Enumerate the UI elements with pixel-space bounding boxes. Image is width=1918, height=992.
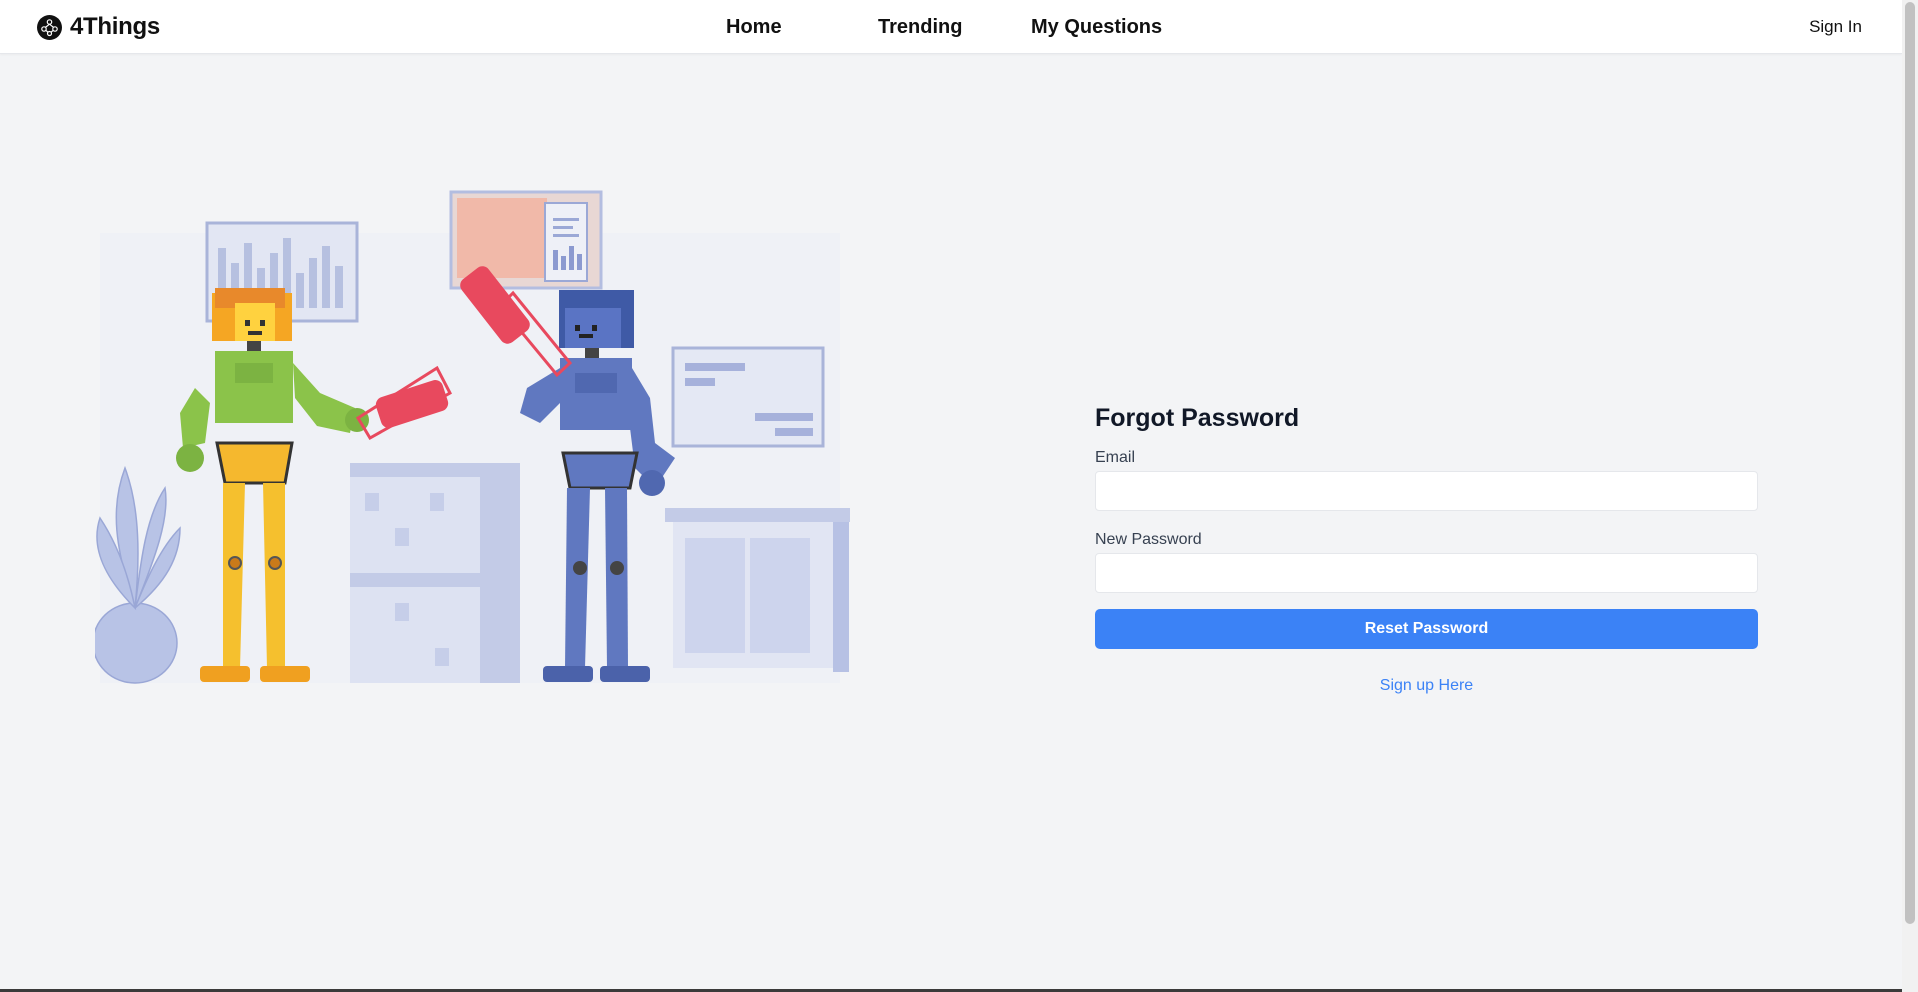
email-field[interactable]	[1095, 471, 1758, 511]
nav-trending[interactable]: Trending	[878, 16, 962, 39]
vertical-scrollbar[interactable]	[1902, 0, 1918, 992]
forgot-password-form: Forgot Password Email New Password Reset…	[1095, 404, 1758, 695]
email-label: Email	[1095, 449, 1136, 466]
network-logo-icon	[37, 14, 62, 40]
brand-link[interactable]: 4Things	[37, 13, 160, 40]
navbar: 4Things Home Trending My Questions Sign …	[0, 0, 1902, 54]
page: 4Things Home Trending My Questions Sign …	[0, 0, 1918, 992]
sign-in-link[interactable]: Sign In	[1809, 17, 1862, 37]
new-password-label: New Password	[1095, 531, 1202, 548]
reset-password-button[interactable]: Reset Password	[1095, 609, 1758, 649]
new-password-field[interactable]	[1095, 553, 1758, 593]
brand-name: 4Things	[70, 13, 160, 40]
nav-home[interactable]: Home	[726, 16, 782, 39]
sign-up-link[interactable]: Sign up Here	[1095, 677, 1758, 695]
scrollbar-thumb[interactable]	[1905, 2, 1915, 924]
robots-with-telescope-illustration	[95, 190, 850, 684]
form-title: Forgot Password	[1095, 404, 1300, 432]
nav-my-questions[interactable]: My Questions	[1031, 16, 1162, 39]
